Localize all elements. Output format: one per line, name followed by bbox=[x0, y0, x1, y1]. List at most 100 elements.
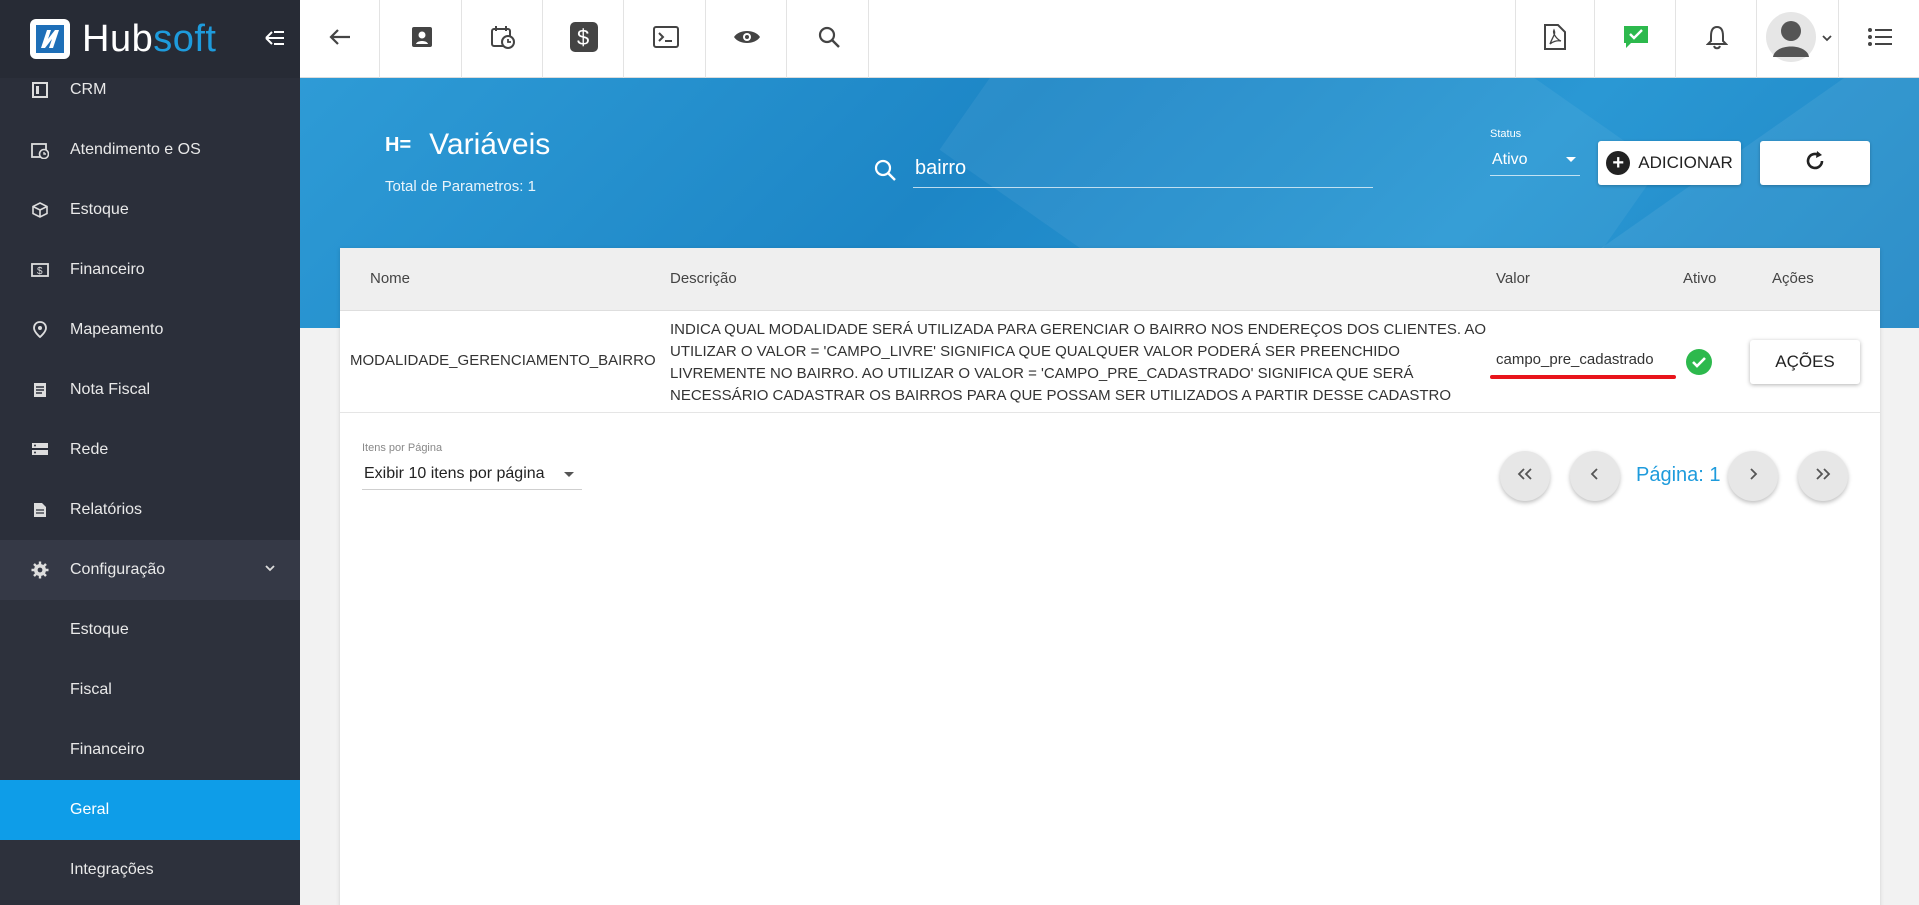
receipt-icon bbox=[30, 380, 50, 400]
menu-button[interactable] bbox=[1840, 0, 1919, 78]
hubsoft-logo-icon bbox=[30, 19, 70, 59]
add-button[interactable]: + ADICIONAR bbox=[1598, 141, 1741, 185]
sidebar-subitem-financeiro[interactable]: Financeiro bbox=[0, 720, 300, 780]
back-button[interactable] bbox=[300, 0, 380, 78]
last-page-button[interactable] bbox=[1798, 451, 1848, 501]
terminal-icon bbox=[652, 25, 679, 53]
search-field bbox=[874, 150, 1373, 188]
status-filter[interactable]: Status Ativo bbox=[1490, 128, 1580, 176]
collapse-sidebar-icon[interactable] bbox=[264, 27, 286, 53]
sidebar-item-relatorios[interactable]: Relatórios bbox=[0, 480, 300, 540]
pdf-icon bbox=[1544, 23, 1566, 55]
next-page-button[interactable] bbox=[1728, 451, 1778, 501]
items-per-page-label: Itens por Página bbox=[362, 442, 443, 454]
sidebar-item-nota-fiscal[interactable]: Nota Fiscal bbox=[0, 360, 300, 420]
box-icon bbox=[30, 200, 50, 220]
server-icon bbox=[30, 440, 50, 460]
crm-icon bbox=[30, 80, 50, 100]
finance-button[interactable]: $ bbox=[544, 0, 624, 78]
schedule-button[interactable] bbox=[463, 0, 543, 78]
sidebar-subitem-fiscal[interactable]: Fiscal bbox=[0, 660, 300, 720]
back-arrow-icon bbox=[328, 28, 351, 51]
sidebar-item-configuracao[interactable]: Configuração bbox=[0, 540, 300, 600]
sidebar-item-label: Financeiro bbox=[70, 741, 145, 758]
sidebar-subitem-estoque[interactable]: Estoque bbox=[0, 600, 300, 660]
cell-valor: campo_pre_cadastrado bbox=[1496, 351, 1654, 368]
sidebar-nav: CRM Atendimento e OS Estoque $ Financeir… bbox=[0, 78, 300, 900]
search-icon bbox=[873, 158, 897, 187]
sidebar-item-mapeamento[interactable]: Mapeamento bbox=[0, 300, 300, 360]
sidebar-item-label: Configuração bbox=[70, 561, 166, 578]
status-value: Ativo bbox=[1492, 151, 1528, 168]
row-actions-label: AÇÕES bbox=[1775, 352, 1835, 371]
gear-icon bbox=[30, 560, 50, 580]
cell-nome: MODALIDADE_GERENCIAMENTO_BAIRRO bbox=[350, 352, 656, 369]
chat-button[interactable] bbox=[1596, 0, 1676, 78]
items-per-page[interactable]: Itens por Página Exibir 10 itens por pág… bbox=[362, 442, 582, 490]
column-header-ativo[interactable]: Ativo bbox=[1683, 270, 1716, 287]
row-actions-button[interactable]: AÇÕES bbox=[1750, 340, 1860, 384]
contacts-button[interactable] bbox=[382, 0, 462, 78]
search-input[interactable] bbox=[913, 150, 1373, 186]
status-label: Status bbox=[1490, 128, 1522, 140]
sidebar-item-label: Relatórios bbox=[70, 501, 143, 518]
user-menu[interactable] bbox=[1759, 0, 1839, 78]
sidebar: Hubsoft CRM Atendimento e OS Estoque $ F… bbox=[0, 0, 300, 905]
sidebar-item-atendimento[interactable]: Atendimento e OS bbox=[0, 120, 300, 180]
first-page-button[interactable] bbox=[1500, 451, 1550, 501]
chevron-right-icon bbox=[1747, 467, 1759, 486]
refresh-button[interactable] bbox=[1760, 141, 1870, 185]
refresh-icon bbox=[1803, 149, 1827, 178]
dropdown-caret-icon bbox=[564, 472, 574, 477]
sidebar-item-crm[interactable]: CRM bbox=[0, 60, 300, 120]
total-count: Total de Parametros: 1 bbox=[385, 178, 536, 195]
page-title: H= Variáveis bbox=[385, 128, 550, 162]
sidebar-item-label: CRM bbox=[70, 81, 107, 98]
status-select[interactable]: Ativo bbox=[1490, 146, 1580, 176]
sidebar-item-label: Atendimento e OS bbox=[70, 141, 201, 158]
chevron-left-icon bbox=[1589, 467, 1601, 486]
cell-descricao: INDICA QUAL MODALIDADE SERÁ UTILIZADA PA… bbox=[670, 321, 1487, 404]
chevron-down-icon bbox=[1821, 30, 1833, 48]
brand-name-part-1: Hub bbox=[82, 17, 154, 60]
svg-text:$: $ bbox=[577, 25, 589, 50]
chevron-down-icon bbox=[264, 560, 276, 578]
money-icon: $ bbox=[30, 260, 50, 280]
sidebar-subitem-geral[interactable]: Geral bbox=[0, 780, 300, 840]
sidebar-item-financeiro[interactable]: $ Financeiro bbox=[0, 240, 300, 300]
bell-icon bbox=[1705, 24, 1728, 55]
dropdown-caret-icon bbox=[1566, 157, 1576, 162]
active-check-icon bbox=[1686, 349, 1712, 375]
view-button[interactable] bbox=[707, 0, 787, 78]
column-header-nome[interactable]: Nome bbox=[370, 270, 410, 287]
column-header-valor[interactable]: Valor bbox=[1496, 270, 1530, 287]
brand-name: Hubsoft bbox=[82, 18, 216, 61]
eye-icon bbox=[733, 28, 761, 51]
contact-icon bbox=[410, 25, 434, 54]
sidebar-item-label: Integrações bbox=[70, 861, 154, 878]
sidebar-item-estoque[interactable]: Estoque bbox=[0, 180, 300, 240]
sidebar-item-label: Rede bbox=[70, 441, 109, 458]
pdf-button[interactable] bbox=[1515, 0, 1595, 78]
plus-circle-icon: + bbox=[1606, 151, 1631, 175]
previous-page-button[interactable] bbox=[1570, 451, 1620, 501]
table-row[interactable]: MODALIDADE_GERENCIAMENTO_BAIRRO INDICA Q… bbox=[340, 311, 1880, 413]
topbar: $ bbox=[300, 0, 1919, 78]
search-button[interactable] bbox=[789, 0, 869, 78]
sidebar-item-label: Estoque bbox=[70, 201, 129, 218]
column-header-acoes: Ações bbox=[1772, 270, 1814, 287]
add-button-label: ADICIONAR bbox=[1638, 153, 1733, 172]
sidebar-item-rede[interactable]: Rede bbox=[0, 420, 300, 480]
notifications-button[interactable] bbox=[1677, 0, 1757, 78]
total-count-text: Total de Parametros: 1 bbox=[385, 178, 536, 195]
highlight-underline bbox=[1490, 375, 1676, 379]
items-per-page-select[interactable]: Exibir 10 itens por página bbox=[362, 460, 582, 490]
dollar-icon: $ bbox=[569, 21, 599, 58]
sidebar-item-label: Fiscal bbox=[70, 681, 112, 698]
variables-icon: H= bbox=[385, 133, 412, 156]
column-header-descricao[interactable]: Descrição bbox=[670, 270, 737, 287]
terminal-button[interactable] bbox=[626, 0, 706, 78]
sidebar-item-label: Nota Fiscal bbox=[70, 381, 151, 398]
sidebar-subitem-integracoes[interactable]: Integrações bbox=[0, 840, 300, 900]
sidebar-item-label: Estoque bbox=[70, 621, 129, 638]
